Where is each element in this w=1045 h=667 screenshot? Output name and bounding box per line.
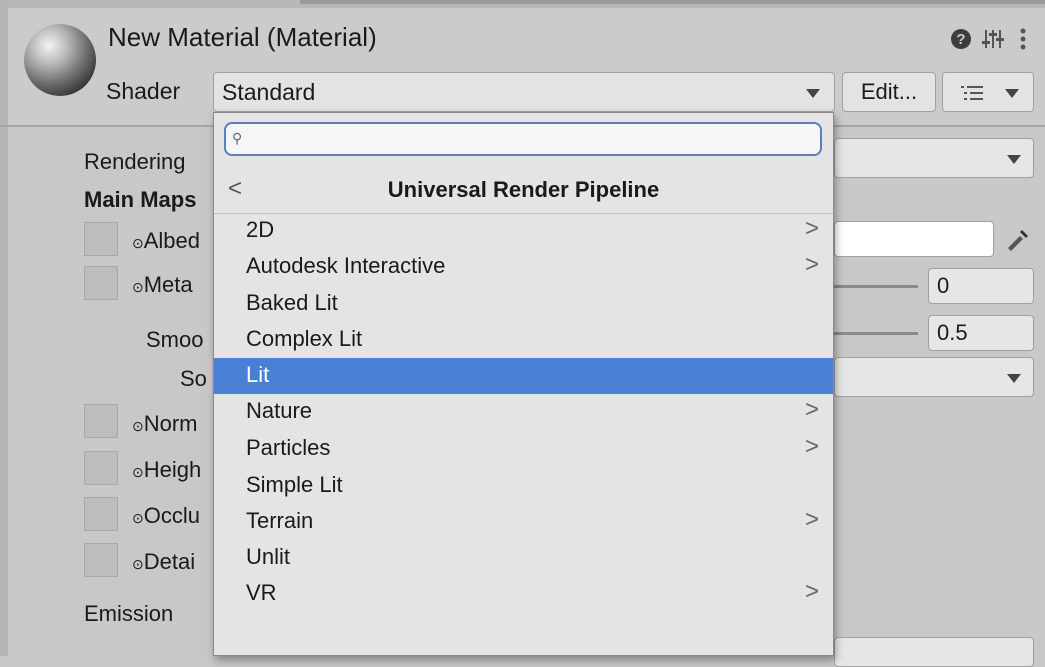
- albedo-color-field[interactable]: [834, 221, 994, 257]
- shader-label: Shader: [106, 78, 181, 104]
- item-label: Lit: [246, 362, 270, 387]
- smoothness-value-field[interactable]: 0.5: [928, 315, 1034, 351]
- chevron-down-icon: [806, 89, 820, 98]
- shader-item-particles[interactable]: Particles >: [214, 431, 833, 467]
- emission-field[interactable]: [834, 637, 1034, 667]
- item-label: 2D: [246, 217, 275, 242]
- material-title: New Material (Material): [108, 22, 377, 52]
- popup-title: Universal Render Pipeline: [387, 177, 660, 202]
- popup-header: < Universal Render Pipeline: [214, 167, 833, 214]
- normal-map-slot[interactable]: [84, 404, 118, 438]
- item-label: Particles: [246, 435, 331, 460]
- left-edge: [0, 0, 8, 656]
- smoothness-slider[interactable]: [834, 332, 918, 335]
- material-preview-sphere: [24, 24, 96, 96]
- shader-item-lit[interactable]: Lit: [214, 358, 833, 394]
- svg-text:?: ?: [956, 31, 965, 48]
- shader-item-baked-lit[interactable]: Baked Lit: [214, 286, 833, 322]
- eyedropper-icon[interactable]: [1004, 226, 1030, 252]
- item-label: VR: [246, 580, 277, 605]
- normal-map-label: ⊙Norm: [132, 411, 198, 436]
- rendering-mode-label: Rendering: [84, 149, 186, 174]
- shader-item-unlit[interactable]: Unlit: [214, 540, 833, 576]
- chevron-down-icon: [1007, 374, 1021, 383]
- item-label: Simple Lit: [246, 472, 343, 497]
- main-maps-header: Main Maps: [84, 187, 197, 212]
- chevron-right-icon: >: [804, 433, 819, 460]
- albedo-texture-slot[interactable]: [84, 222, 118, 256]
- shader-item-complex-lit[interactable]: Complex Lit: [214, 322, 833, 358]
- item-label: Nature: [246, 398, 313, 423]
- shader-options-button[interactable]: [942, 72, 1034, 112]
- smoothness-label: Smoo: [146, 327, 204, 352]
- item-label: Baked Lit: [246, 290, 338, 315]
- list-icon: [961, 86, 983, 100]
- smoothness-source-label: So: [180, 366, 207, 391]
- texture-picker-icon[interactable]: ⊙: [132, 418, 144, 434]
- shader-dropdown[interactable]: Standard: [213, 72, 835, 112]
- occlusion-map-slot[interactable]: [84, 497, 118, 531]
- texture-picker-icon[interactable]: ⊙: [132, 235, 144, 251]
- texture-picker-icon[interactable]: ⊙: [132, 556, 144, 572]
- texture-picker-icon[interactable]: ⊙: [132, 464, 144, 480]
- shader-item-nature[interactable]: Nature >: [214, 394, 833, 430]
- shader-item-vr[interactable]: VR >: [214, 576, 833, 612]
- rendering-mode-dropdown[interactable]: [834, 138, 1034, 178]
- shader-item-autodesk-interactive[interactable]: Autodesk Interactive >: [214, 249, 833, 285]
- shader-item-terrain[interactable]: Terrain >: [214, 504, 833, 540]
- shader-dropdown-value: Standard: [222, 79, 316, 105]
- metallic-texture-slot[interactable]: [84, 266, 118, 300]
- height-map-slot[interactable]: [84, 451, 118, 485]
- edit-shader-button[interactable]: Edit...: [842, 72, 936, 112]
- texture-picker-icon[interactable]: ⊙: [132, 279, 144, 295]
- smoothness-source-dropdown[interactable]: [834, 357, 1034, 397]
- metallic-value-field[interactable]: 0: [928, 268, 1034, 304]
- help-icon[interactable]: ?: [949, 27, 973, 51]
- shader-selection-popup: ⚲ < Universal Render Pipeline 2D > Autode…: [213, 112, 834, 656]
- shader-search-input[interactable]: [256, 127, 820, 153]
- detail-mask-label: ⊙Detai: [132, 549, 196, 574]
- albedo-label: ⊙Albed: [132, 228, 201, 253]
- metallic-label: ⊙Meta: [132, 272, 193, 297]
- shader-search-box[interactable]: ⚲: [224, 122, 822, 156]
- metallic-slider[interactable]: [834, 285, 918, 288]
- chevron-right-icon: >: [804, 215, 819, 242]
- search-icon: ⚲: [232, 130, 243, 146]
- window-top-bar: [0, 0, 1045, 8]
- item-label: Terrain: [246, 508, 314, 533]
- detail-mask-slot[interactable]: [84, 543, 118, 577]
- preset-settings-icon[interactable]: [982, 28, 1004, 50]
- shader-item-simple-lit[interactable]: Simple Lit: [214, 468, 833, 504]
- occlusion-map-label: ⊙Occlu: [132, 503, 200, 528]
- texture-picker-icon[interactable]: ⊙: [132, 510, 144, 526]
- item-label: Unlit: [246, 544, 291, 569]
- chevron-right-icon: >: [804, 506, 819, 533]
- chevron-down-icon: [1005, 89, 1019, 98]
- chevron-right-icon: >: [804, 396, 819, 423]
- chevron-down-icon: [1007, 155, 1021, 164]
- emission-label: Emission: [84, 601, 174, 626]
- item-label: Autodesk Interactive: [246, 253, 446, 278]
- chevron-right-icon: >: [804, 578, 819, 605]
- chevron-right-icon: >: [804, 251, 819, 278]
- height-map-label: ⊙Heigh: [132, 457, 202, 482]
- more-options-icon[interactable]: [1018, 28, 1028, 50]
- item-label: Complex Lit: [246, 326, 363, 351]
- shader-item-2d[interactable]: 2D >: [214, 213, 833, 249]
